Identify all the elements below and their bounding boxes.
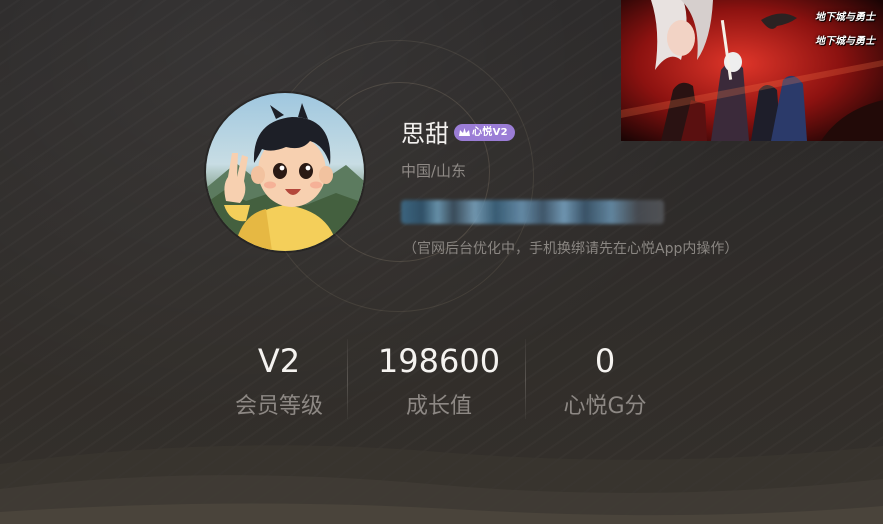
stat-g-points[interactable]: 0 心悦G分 — [516, 337, 694, 427]
stat-divider — [347, 339, 348, 419]
vip-badge-label: 心悦V2 — [472, 127, 508, 138]
stats-bar: V2 会员等级 198600 成长值 0 心悦G分 — [190, 337, 690, 427]
game-logo: 地下城与勇士 — [815, 36, 875, 47]
rebind-notice: （官网后台优化中，手机换绑请先在心悦App内操作） — [403, 241, 739, 257]
profile-card: 思甜 心悦V2 中国/山东 （官网后台优化中，手机换绑请先在心悦App内操作） … — [0, 0, 883, 524]
stat-member-level[interactable]: V2 会员等级 — [190, 337, 368, 427]
avatar[interactable] — [206, 93, 364, 251]
stat-value: 0 — [594, 342, 616, 380]
stat-label: 成长值 — [405, 394, 472, 419]
masked-phone-number — [401, 200, 664, 224]
user-location: 中国/山东 — [401, 162, 467, 180]
stat-label: 心悦G分 — [563, 394, 647, 419]
username: 思甜 — [401, 120, 449, 148]
decorative-waves — [0, 445, 883, 524]
stat-growth-value[interactable]: 198600 成长值 — [350, 337, 528, 427]
stat-label: 会员等级 — [234, 394, 323, 419]
avatar-illustration — [206, 103, 364, 251]
vip-level-badge: 心悦V2 — [454, 124, 515, 141]
game-banner[interactable]: 地下城与勇士 地下城与勇士 — [621, 0, 883, 141]
stat-value: 198600 — [377, 342, 501, 380]
game-logo: 地下城与勇士 — [815, 12, 875, 23]
crown-icon — [459, 128, 470, 136]
stat-value: V2 — [257, 342, 301, 380]
